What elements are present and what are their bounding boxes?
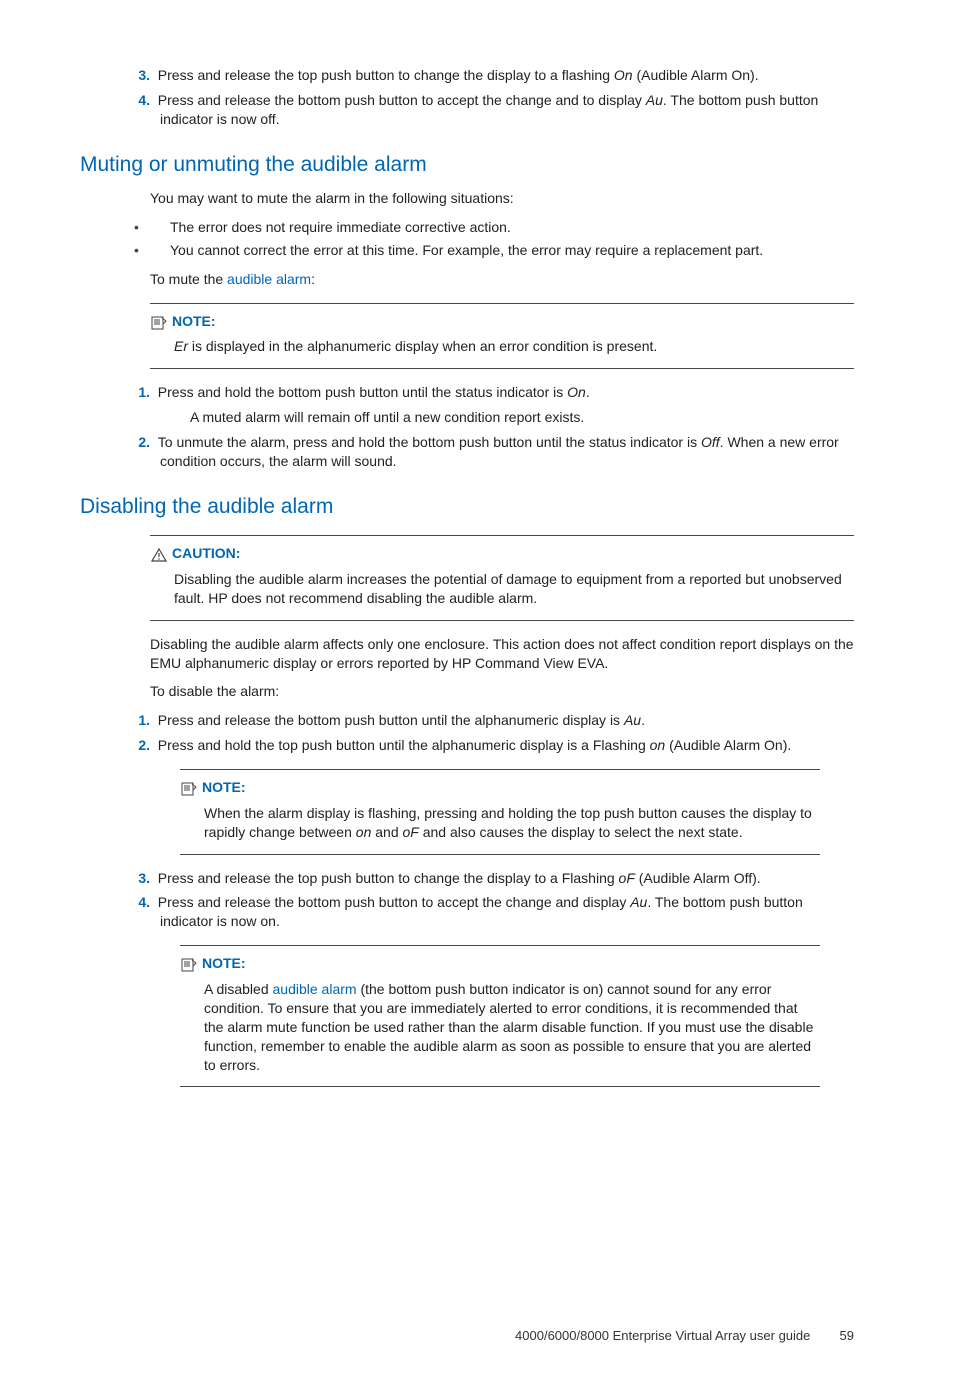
step-1-disable: 1. Press and release the bottom push but…: [150, 711, 854, 730]
page-footer: 4000/6000/8000 Enterprise Virtual Array …: [80, 1327, 854, 1345]
intro-para: You may want to mute the alarm in the fo…: [150, 189, 854, 208]
note-label: NOTE:: [172, 313, 216, 329]
step-1-mute: 1. Press and hold the bottom push button…: [150, 383, 854, 427]
note-callout-flash: NOTE: When the alarm display is flashing…: [180, 769, 820, 855]
note-icon: [180, 779, 198, 798]
note-body: Er is displayed in the alphanumeric disp…: [174, 337, 854, 356]
caution-icon: [150, 545, 168, 564]
step-number: 4.: [130, 91, 150, 110]
heading-muting: Muting or unmuting the audible alarm: [80, 151, 854, 179]
step-text: To unmute the alarm, press and hold the …: [158, 434, 839, 469]
bullet-item: •The error does not require immediate co…: [170, 218, 854, 237]
step-2-disable: 2. Press and hold the top push button un…: [150, 736, 854, 755]
caution-callout: CAUTION: Disabling the audible alarm inc…: [150, 535, 854, 621]
step-text: Press and release the bottom push button…: [158, 894, 803, 929]
step-number: 1.: [130, 711, 150, 730]
step-text: Press and hold the bottom push button un…: [158, 384, 590, 400]
step-number: 3.: [130, 869, 150, 888]
page-number: 59: [814, 1327, 854, 1345]
step-3-top: 3. Press and release the top push button…: [150, 66, 854, 85]
step-4-top: 4. Press and release the bottom push but…: [150, 91, 854, 129]
bullet-icon: •: [152, 218, 170, 237]
caution-body: Disabling the audible alarm increases th…: [174, 570, 854, 608]
step-text: Press and hold the top push button until…: [158, 737, 792, 753]
note-icon: [150, 312, 168, 331]
step-2-mute: 2. To unmute the alarm, press and hold t…: [150, 433, 854, 471]
note-body: When the alarm display is flashing, pres…: [204, 804, 820, 842]
step-text: Press and release the top push button to…: [158, 870, 761, 886]
caution-label: CAUTION:: [172, 545, 240, 561]
step-number: 3.: [130, 66, 150, 85]
step-4-disable: 4. Press and release the bottom push but…: [150, 893, 854, 931]
note-icon: [180, 955, 198, 974]
step-number: 4.: [130, 893, 150, 912]
step-number: 2.: [130, 433, 150, 452]
step-text: Press and release the top push button to…: [158, 67, 759, 83]
footer-title: 4000/6000/8000 Enterprise Virtual Array …: [515, 1328, 810, 1343]
bullet-item: •You cannot correct the error at this ti…: [170, 241, 854, 260]
note-body: A disabled audible alarm (the bottom pus…: [204, 980, 820, 1074]
step-number: 2.: [130, 736, 150, 755]
step-3-disable: 3. Press and release the top push button…: [150, 869, 854, 888]
para-todisable: To disable the alarm:: [150, 682, 854, 701]
link-audible-alarm[interactable]: audible alarm: [227, 271, 311, 287]
heading-disabling: Disabling the audible alarm: [80, 493, 854, 521]
note-callout: NOTE: Er is displayed in the alphanumeri…: [150, 303, 854, 370]
step-cont: A muted alarm will remain off until a ne…: [190, 408, 854, 427]
step-text: Press and release the bottom push button…: [158, 712, 645, 728]
para-effect: Disabling the audible alarm affects only…: [150, 635, 854, 673]
lead-para: To mute the audible alarm:: [150, 270, 854, 289]
step-text: Press and release the bottom push button…: [158, 92, 819, 127]
note-label: NOTE:: [202, 955, 246, 971]
bullet-icon: •: [152, 241, 170, 260]
note-callout-disabled: NOTE: A disabled audible alarm (the bott…: [180, 945, 820, 1087]
link-audible-alarm[interactable]: audible alarm: [273, 981, 357, 997]
step-number: 1.: [130, 383, 150, 402]
note-label: NOTE:: [202, 779, 246, 795]
